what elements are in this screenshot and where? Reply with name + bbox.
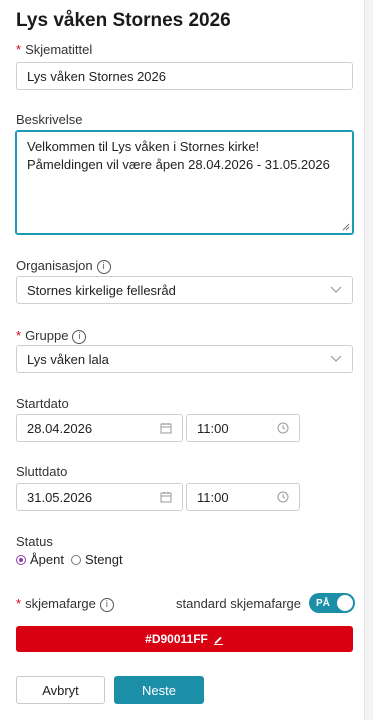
group-select[interactable]: Lys våken lala [16,345,353,373]
status-open-radio[interactable] [16,554,26,565]
toggle-knob [337,595,353,611]
end-time-input[interactable]: 11:00 [186,483,300,511]
cancel-button[interactable]: Avbryt [16,676,105,704]
required-marker: * [16,328,22,343]
title-field-label: * Skjematittel [16,42,93,57]
chevron-down-icon [330,286,342,293]
color-value: #D90011FF [145,632,208,646]
scrollbar[interactable] [364,0,373,720]
status-closed-radio[interactable] [70,554,81,565]
form-color-label: * skjemafarge i [16,596,114,612]
start-date-input[interactable]: 28.04.2026 [16,414,183,442]
group-label: * Gruppe i [16,328,87,344]
title-input[interactable]: Lys våken Stornes 2026 [16,62,353,90]
required-marker: * [16,42,22,57]
end-date-label: Sluttdato [16,464,68,479]
description-line-1: Velkommen til Lys våken i Stornes kirke! [27,139,260,154]
resize-handle-icon[interactable] [342,223,350,231]
description-line-2: Påmeldingen vil være åpen 28.04.2026 - 3… [27,157,330,172]
start-time-input[interactable]: 11:00 [186,414,300,442]
chevron-down-icon [330,355,342,362]
description-textarea[interactable]: Velkommen til Lys våken i Stornes kirke!… [16,131,353,234]
clock-icon[interactable] [277,491,289,503]
status-radio-group: Åpent Stengt [16,552,123,567]
organization-select[interactable]: Stornes kirkelige fellesråd [16,276,353,304]
calendar-icon[interactable] [160,422,172,434]
page-title: Lys våken Stornes 2026 [16,10,231,31]
pencil-icon [213,636,223,645]
standard-color-toggle[interactable]: PÅ [309,593,355,613]
info-icon[interactable]: i [99,597,114,612]
info-icon[interactable]: i [96,259,111,274]
organization-label: Organisasjon i [16,258,111,274]
next-button[interactable]: Neste [114,676,204,704]
status-label: Status [16,534,53,549]
end-date-input[interactable]: 31.05.2026 [16,483,183,511]
status-open-label[interactable]: Åpent [30,552,64,567]
start-date-label: Startdato [16,396,69,411]
calendar-icon[interactable] [160,491,172,503]
clock-icon[interactable] [277,422,289,434]
color-picker-bar[interactable]: #D90011FF [16,626,353,652]
info-icon[interactable]: i [72,329,87,344]
required-marker: * [16,596,22,611]
description-label: Beskrivelse [16,112,83,127]
status-closed-label[interactable]: Stengt [85,552,123,567]
standard-color-label: standard skjemafarge [176,596,302,611]
